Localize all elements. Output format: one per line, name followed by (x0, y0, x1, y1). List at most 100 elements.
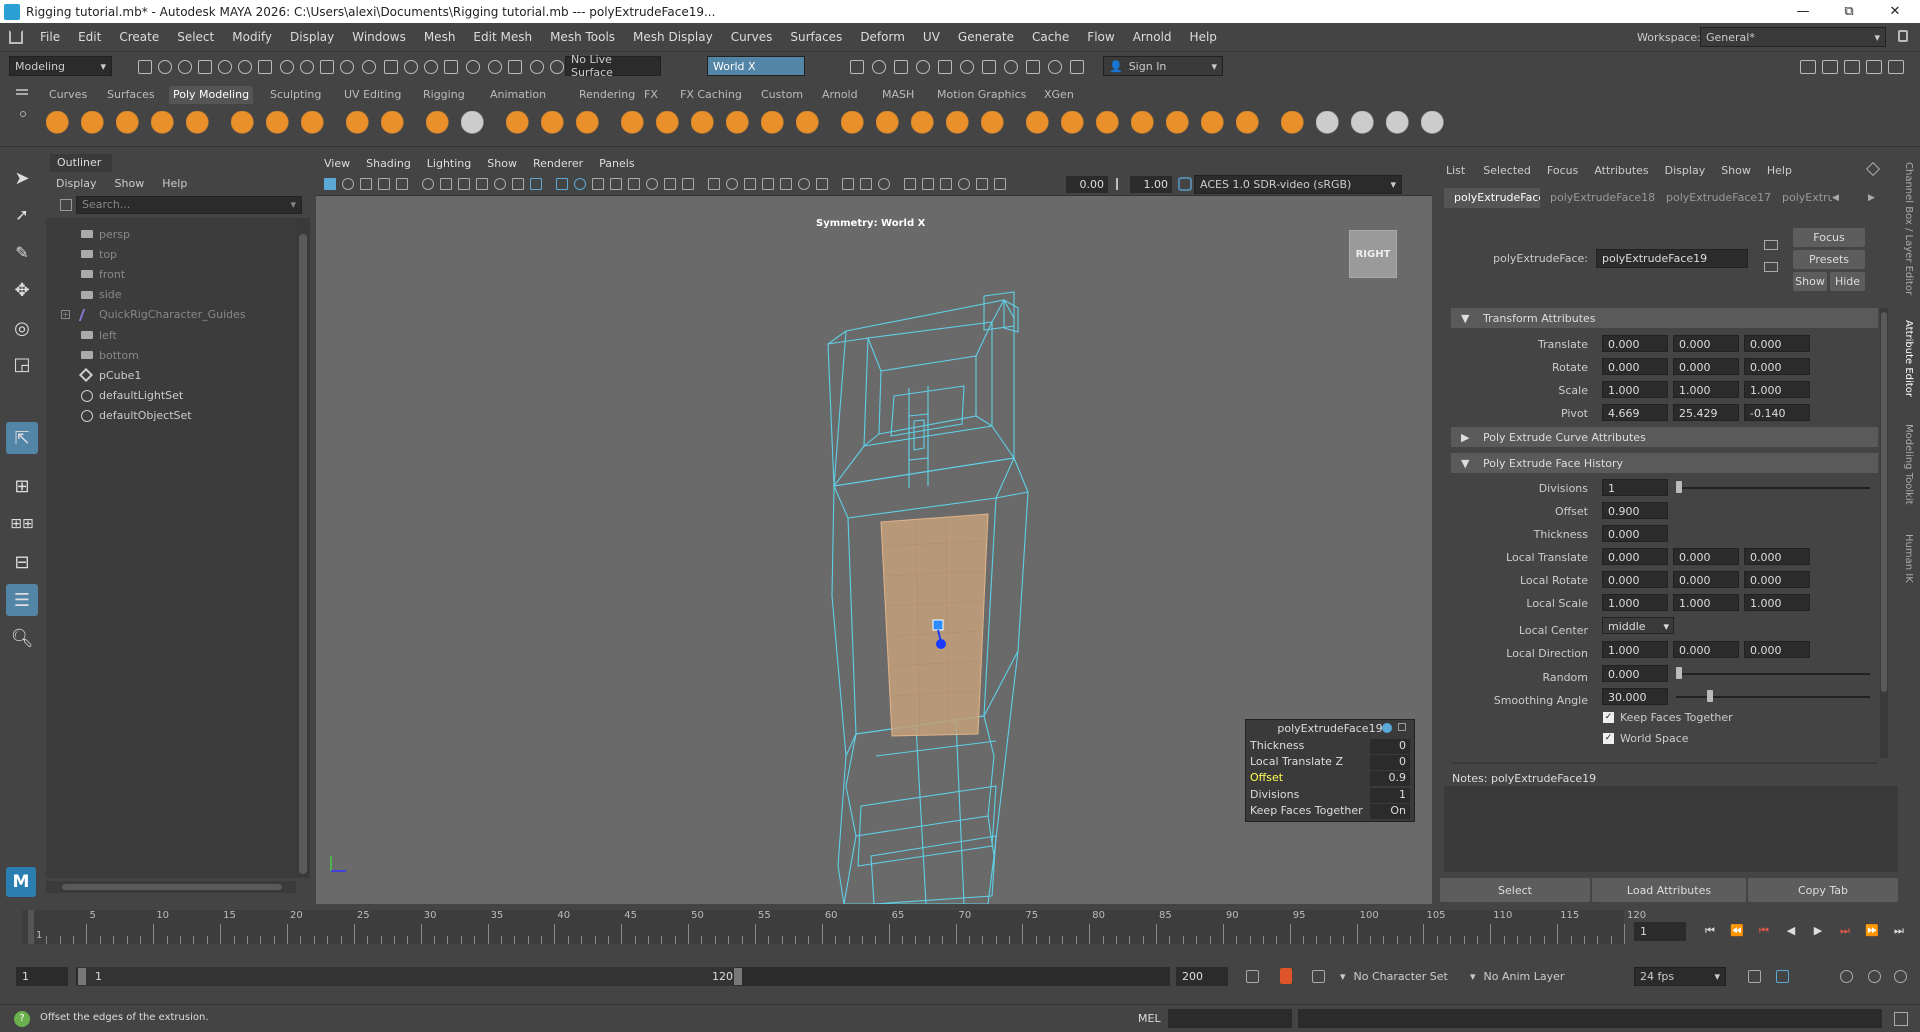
local-direction-field[interactable]: 1.000 (1602, 641, 1668, 658)
outliner-menu-help[interactable]: Help (162, 177, 187, 190)
status-tool-icon[interactable] (466, 60, 480, 74)
scroll-thumb[interactable] (299, 234, 307, 874)
viewport-tool-icon[interactable] (646, 178, 658, 190)
shelf-tool-icon[interactable] (1281, 111, 1309, 139)
viewport-tool-icon[interactable] (574, 178, 586, 190)
status-tool-icon[interactable] (508, 60, 522, 74)
shelf-tool-icon[interactable] (876, 111, 904, 139)
local-center-dropdown[interactable]: middle ▾ (1602, 617, 1674, 634)
render-tool-icon[interactable] (1048, 60, 1062, 74)
close-button[interactable]: ✕ (1872, 0, 1918, 23)
viewport-tool-icon[interactable] (726, 178, 738, 190)
range-tool-icon[interactable] (1776, 970, 1789, 983)
playback-button-icon[interactable]: ▶ (1810, 923, 1826, 939)
outliner-item[interactable]: bottom (81, 345, 139, 365)
exposure-field[interactable]: 0.00 (1066, 176, 1108, 193)
viewport-tool-icon[interactable] (458, 178, 470, 190)
shelf-tab-surfaces[interactable]: Surfaces (103, 86, 159, 104)
local-direction-field[interactable]: 0.000 (1744, 641, 1810, 658)
menu-edit-mesh[interactable]: Edit Mesh (464, 30, 541, 44)
outliner-menu-show[interactable]: Show (115, 177, 145, 190)
attr-field[interactable]: 0.000 (1602, 525, 1668, 542)
viewport-tool-icon[interactable] (628, 178, 640, 190)
outliner-item[interactable]: defaultLightSet (81, 386, 183, 406)
show-button[interactable]: Show (1793, 272, 1827, 291)
tab-right-arrow-icon[interactable]: ▶ (1868, 193, 1875, 203)
layout-icon[interactable] (1888, 60, 1904, 74)
render-tool-icon[interactable] (872, 60, 886, 74)
shelf-tool-icon[interactable] (1351, 111, 1379, 139)
viewport-tool-icon[interactable] (744, 178, 756, 190)
attr-field[interactable]: 0.000 (1602, 548, 1668, 565)
range-end-handle[interactable] (734, 968, 742, 985)
gamma-field[interactable]: 1.00 (1130, 176, 1172, 193)
lock-icon[interactable] (1898, 30, 1908, 42)
shelf-tool-icon[interactable] (381, 111, 409, 139)
status-tool-icon[interactable] (362, 60, 376, 74)
shelf-tool-icon[interactable] (841, 111, 869, 139)
channel-box-tab[interactable]: Channel Box / Layer Editor (1903, 162, 1914, 295)
attr-field[interactable]: 1.000 (1673, 381, 1739, 398)
ae-menu-help[interactable]: Help (1767, 164, 1792, 177)
shelf-tool-icon[interactable] (796, 111, 824, 139)
time-slider[interactable]: 1 5 10 15 20 25 30 35 40 45 50 55 60 65 70 75 80 85 90 95 10… (0, 906, 1920, 950)
character-set-dropdown[interactable]: ▾ No Character Set (1340, 967, 1448, 986)
shelf-tab-animation[interactable]: Animation (486, 86, 550, 104)
range-tool-icon[interactable] (1868, 970, 1881, 983)
section-face-history[interactable]: ▼ Poly Extrude Face History (1451, 453, 1878, 473)
outliner-vscroll[interactable] (296, 218, 310, 878)
ae-vscroll[interactable] (1880, 308, 1888, 758)
range-tool-icon[interactable] (1246, 970, 1259, 983)
outliner-item[interactable]: defaultObjectSet (81, 406, 192, 426)
menu-create[interactable]: Create (110, 30, 168, 44)
shelf-menu-icon[interactable] (16, 89, 28, 91)
fps-dropdown[interactable]: 24 fps ▾ (1634, 967, 1726, 986)
ae-tab[interactable]: polyExtrudeFace19 (1444, 188, 1540, 208)
ae-menu-selected[interactable]: Selected (1483, 164, 1531, 177)
attr-field[interactable]: 0.000 (1602, 358, 1668, 375)
filter-icon[interactable] (60, 199, 72, 211)
shelf-tab-motion-graphics[interactable]: Motion Graphics (933, 86, 1030, 104)
status-tool-icon[interactable] (280, 60, 294, 74)
viewport-tool-icon[interactable] (440, 178, 452, 190)
random-slider-handle[interactable] (1676, 667, 1682, 679)
shelf-tool-icon[interactable] (981, 111, 1009, 139)
attr-field[interactable]: 0.900 (1602, 502, 1668, 519)
scroll-thumb[interactable] (62, 884, 282, 890)
attr-field[interactable]: 1.000 (1602, 381, 1668, 398)
menu-edit[interactable]: Edit (69, 30, 110, 44)
random-slider[interactable] (1676, 673, 1870, 675)
render-tool-icon[interactable] (894, 60, 908, 74)
menu-windows[interactable]: Windows (343, 30, 415, 44)
viewport-tool-icon[interactable] (976, 178, 988, 190)
hud-close-icon[interactable] (1398, 723, 1406, 731)
shelf-tab-curves[interactable]: Curves (45, 86, 91, 104)
outliner-item[interactable]: pCube1 (78, 365, 141, 385)
four-view-icon[interactable]: ⊞⊞ (6, 508, 38, 540)
hud-row-value[interactable]: 0 (1370, 739, 1410, 754)
menu-surfaces[interactable]: Surfaces (781, 30, 851, 44)
shelf-tool-icon[interactable] (911, 111, 939, 139)
viewport-tool-icon[interactable] (798, 178, 810, 190)
hud-row-value[interactable]: 1 (1370, 787, 1410, 803)
ae-tab[interactable]: polyExtrudeFace17 (1656, 188, 1772, 208)
attr-field[interactable]: -0.140 (1744, 404, 1810, 421)
status-tool-icon[interactable] (404, 60, 418, 74)
shelf-tool-icon[interactable] (81, 111, 109, 139)
shelf-tool-icon[interactable] (461, 111, 489, 139)
status-tool-icon[interactable] (488, 60, 502, 74)
hud-row[interactable]: Divisions 1 (1250, 787, 1410, 803)
shelf-tool-icon[interactable] (1421, 111, 1449, 139)
shelf-tool-icon[interactable] (541, 111, 569, 139)
attr-field[interactable]: 0.000 (1602, 571, 1668, 588)
manipulator-handle[interactable] (932, 619, 944, 631)
extrude-manipulator-icon[interactable]: ⇱ (6, 422, 38, 454)
menu-file[interactable]: File (31, 30, 69, 44)
shelf-tab-mash[interactable]: MASH (878, 86, 918, 104)
pin-icon[interactable] (1865, 161, 1881, 177)
status-tool-icon[interactable] (384, 60, 398, 74)
viewport-tool-icon[interactable] (476, 178, 488, 190)
go-to-output-icon[interactable] (1764, 262, 1778, 272)
attr-field[interactable]: 0.000 (1744, 548, 1810, 565)
auto-key-icon[interactable] (1280, 968, 1292, 984)
